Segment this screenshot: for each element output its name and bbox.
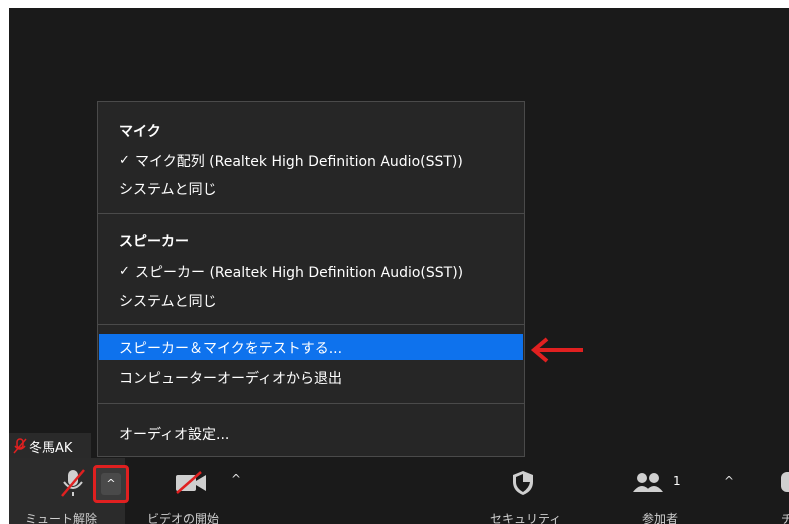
participants-label[interactable]: 参加者 bbox=[642, 510, 678, 524]
red-arrow-icon bbox=[530, 337, 583, 363]
chevron-up-icon: ^ bbox=[101, 473, 121, 495]
meeting-toolbar: ミュート解除 ^ ^ ビデオの開始 セキュリティ 1 ^ 参加者 チ bbox=[9, 458, 789, 524]
audio-settings-item[interactable]: オーディオ設定... bbox=[119, 424, 229, 444]
participants-icon[interactable] bbox=[632, 472, 668, 494]
participant-name-tag: 冬馬AK bbox=[9, 433, 91, 458]
check-icon: ✓ bbox=[119, 264, 130, 279]
start-video-label[interactable]: ビデオの開始 bbox=[147, 510, 219, 524]
mic-section-title: マイク bbox=[119, 124, 161, 140]
speaker-option-realtek[interactable]: スピーカー (Realtek High Definition Audio(SST… bbox=[135, 262, 463, 282]
video-off-icon[interactable] bbox=[174, 471, 208, 495]
muted-mic-icon bbox=[13, 438, 27, 454]
menu-divider bbox=[98, 403, 524, 404]
participants-options-caret[interactable]: ^ bbox=[724, 474, 734, 488]
muted-mic-icon[interactable] bbox=[59, 468, 87, 498]
participant-name: 冬馬AK bbox=[29, 441, 73, 456]
menu-divider bbox=[98, 324, 524, 325]
shield-icon[interactable] bbox=[512, 470, 534, 496]
mic-option-system[interactable]: システムと同じ bbox=[119, 179, 217, 199]
chat-icon[interactable] bbox=[779, 470, 789, 496]
check-icon: ✓ bbox=[119, 153, 130, 168]
chat-label[interactable]: チ bbox=[781, 510, 789, 524]
audio-options-caret-button[interactable]: ^ bbox=[93, 465, 129, 503]
participants-count: 1 bbox=[673, 474, 681, 488]
mic-option-array[interactable]: マイク配列 (Realtek High Definition Audio(SST… bbox=[135, 151, 463, 171]
speaker-option-system[interactable]: システムと同じ bbox=[119, 291, 217, 311]
menu-divider bbox=[98, 213, 524, 214]
security-label[interactable]: セキュリティ bbox=[490, 510, 561, 524]
speaker-section-title: スピーカー bbox=[119, 234, 189, 250]
test-speaker-mic-item[interactable]: スピーカー＆マイクをテストする... bbox=[119, 338, 342, 358]
meeting-window: マイク ✓ マイク配列 (Realtek High Definition Aud… bbox=[9, 8, 789, 524]
audio-options-menu: マイク ✓ マイク配列 (Realtek High Definition Aud… bbox=[97, 101, 525, 457]
unmute-label[interactable]: ミュート解除 bbox=[25, 510, 97, 524]
leave-computer-audio-item[interactable]: コンピューターオーディオから退出 bbox=[119, 368, 342, 388]
video-options-caret[interactable]: ^ bbox=[231, 472, 241, 486]
